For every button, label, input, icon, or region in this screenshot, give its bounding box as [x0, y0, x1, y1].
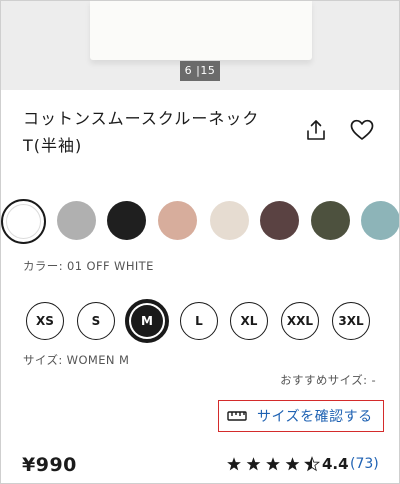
- color-swatch-fill: [6, 204, 41, 239]
- size-check-button[interactable]: サイズを確認する: [218, 400, 384, 432]
- size-option-xl[interactable]: XL: [230, 302, 268, 340]
- color-swatch-olive[interactable]: [311, 201, 350, 240]
- color-swatch-black[interactable]: [107, 201, 146, 240]
- product-title-line2: T(半袖): [23, 136, 83, 155]
- star-icon: [266, 457, 280, 471]
- size-option-s[interactable]: S: [77, 302, 115, 340]
- size-option-3xl[interactable]: 3XL: [332, 302, 370, 340]
- price: ¥990: [22, 454, 77, 476]
- star-icon: [246, 457, 261, 471]
- size-check-label: サイズを確認する: [257, 409, 373, 425]
- size-option-label: M: [131, 305, 163, 337]
- product-title-line1: コットンスムースクルーネック: [23, 109, 260, 128]
- image-counter: 6 |15: [180, 61, 220, 81]
- heart-icon[interactable]: [349, 118, 375, 142]
- size-label: サイズ: WOMEN M: [23, 353, 130, 367]
- star-icon: [227, 457, 241, 471]
- size-option-l[interactable]: L: [180, 302, 218, 340]
- shirt-photo: [90, 0, 312, 60]
- star-icon: [304, 456, 320, 472]
- size-option-m[interactable]: M: [125, 299, 169, 343]
- rating-stars: [227, 456, 320, 472]
- color-swatch-dark-brown[interactable]: [260, 201, 299, 240]
- review-count-link[interactable]: (73): [350, 456, 379, 472]
- product-title: コットンスムースクルーネック T(半袖): [23, 105, 288, 159]
- color-swatch-light-blue[interactable]: [361, 201, 400, 240]
- rating-value: 4.4: [322, 455, 349, 473]
- recommended-size: おすすめサイズ: -: [280, 373, 376, 387]
- color-swatch-beige[interactable]: [210, 201, 249, 240]
- size-option-xxl[interactable]: XXL: [281, 302, 319, 340]
- color-swatch-pink-beige[interactable]: [158, 201, 197, 240]
- share-icon[interactable]: [304, 118, 328, 142]
- color-label: カラー: 01 OFF WHITE: [23, 259, 154, 273]
- color-swatch-off-white[interactable]: [1, 199, 46, 244]
- color-swatch-gray[interactable]: [57, 201, 96, 240]
- product-image[interactable]: 6 |15: [0, 0, 400, 90]
- star-icon: [285, 457, 300, 471]
- ruler-icon: [227, 411, 247, 421]
- size-option-xs[interactable]: XS: [26, 302, 64, 340]
